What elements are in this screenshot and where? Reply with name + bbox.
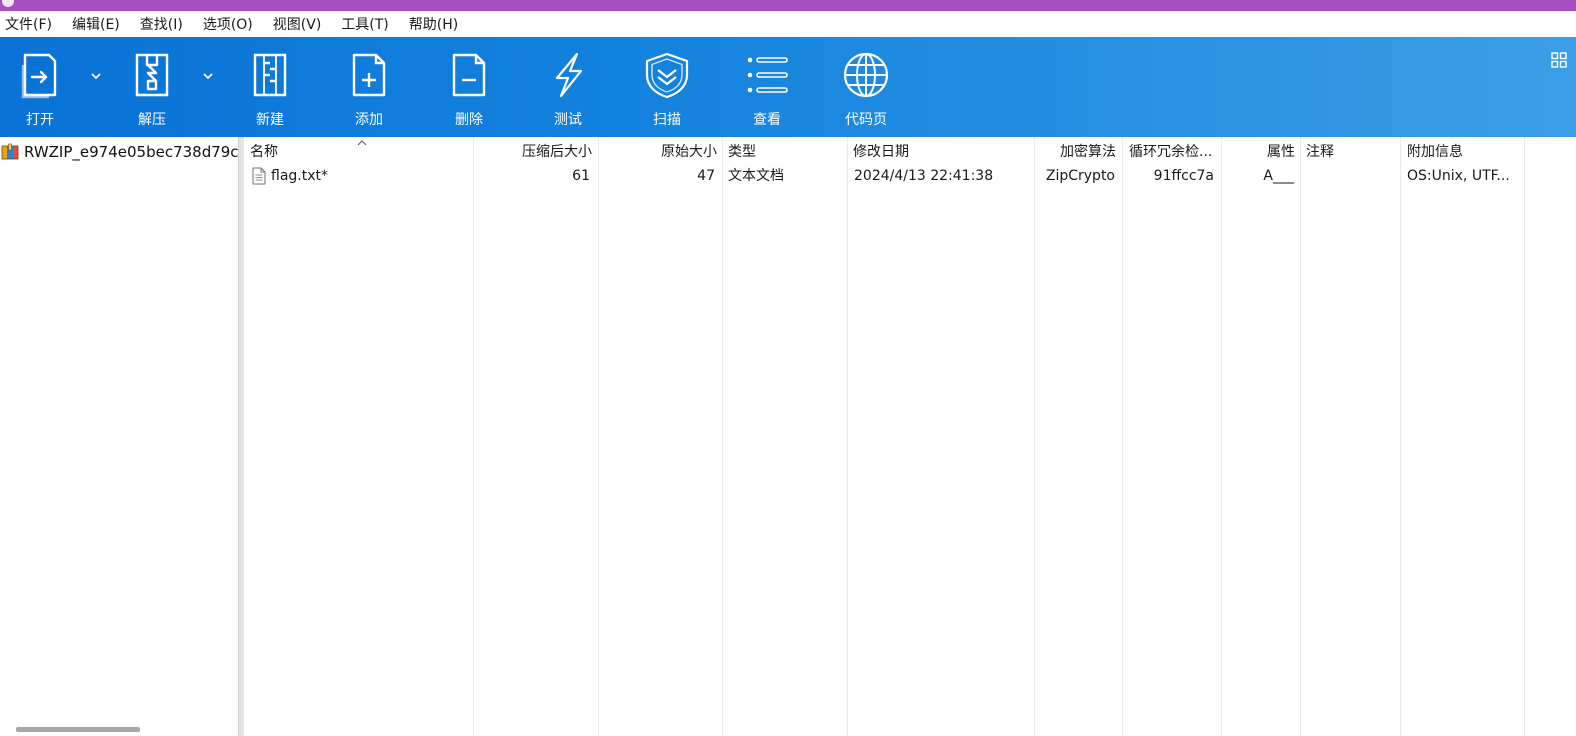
- tree-horizontal-scrollbar[interactable]: [16, 727, 140, 732]
- delete-file-icon: [452, 53, 486, 97]
- open-button[interactable]: 打开: [0, 37, 80, 137]
- column-header-comment[interactable]: 注释: [1306, 141, 1398, 163]
- original-size-cell: 47: [697, 168, 715, 184]
- attributes-cell: A___: [1263, 168, 1294, 184]
- extra-info-cell: OS:Unix, UTF...: [1407, 168, 1510, 184]
- open-icon: [21, 53, 57, 99]
- extract-zipper-icon: [135, 53, 169, 97]
- file-list-pane: 名称 压缩后大小 原始大小 类型 修改日期 加密算法 循环冗余检... 属性 注…: [244, 137, 1576, 736]
- file-type-cell: 文本文档: [728, 168, 784, 184]
- menu-file[interactable]: 文件(F): [5, 14, 52, 34]
- new-label: 新建: [256, 112, 284, 128]
- add-label: 添加: [355, 112, 383, 128]
- app-icon: [2, 0, 14, 7]
- window-titlebar: [0, 0, 1576, 11]
- file-name-cell[interactable]: flag.txt*: [271, 165, 471, 187]
- column-divider[interactable]: [1524, 137, 1525, 736]
- crc-cell: 91ffcc7a: [1153, 168, 1214, 184]
- toolbar: 打开 解压 新建 添加 删除 测试 扫描 查看 代码页: [0, 37, 1576, 137]
- list-view-icon: [747, 57, 788, 93]
- column-divider[interactable]: [1122, 137, 1123, 736]
- column-header-extra-info[interactable]: 附加信息: [1407, 141, 1522, 163]
- column-header-modified[interactable]: 修改日期: [853, 141, 1031, 163]
- column-header-name-label: 名称: [250, 144, 278, 160]
- zip-archive-icon: [1, 143, 19, 160]
- column-divider[interactable]: [1221, 137, 1222, 736]
- scan-button[interactable]: 扫描: [627, 37, 707, 137]
- layout-grid-icon[interactable]: [1550, 51, 1568, 69]
- encryption-cell: ZipCrypto: [1045, 168, 1115, 184]
- menu-options[interactable]: 选项(O): [203, 14, 253, 34]
- column-header-size[interactable]: 原始大小: [601, 141, 717, 163]
- add-file-icon: [352, 53, 386, 97]
- column-divider[interactable]: [1400, 137, 1401, 736]
- comment-cell: [1306, 165, 1398, 187]
- view-label: 查看: [753, 112, 781, 128]
- column-divider[interactable]: [1034, 137, 1035, 736]
- menu-edit[interactable]: 编辑(E): [72, 14, 120, 34]
- delete-button[interactable]: 删除: [429, 37, 509, 137]
- column-divider[interactable]: [722, 137, 723, 736]
- shield-scan-icon: [645, 52, 689, 99]
- column-header-encryption[interactable]: 加密算法: [1037, 141, 1116, 163]
- extract-button[interactable]: 解压: [112, 37, 192, 137]
- column-divider[interactable]: [847, 137, 848, 736]
- add-button[interactable]: 添加: [329, 37, 409, 137]
- codepage-button[interactable]: 代码页: [826, 37, 906, 137]
- menu-view[interactable]: 视图(V): [273, 14, 322, 34]
- column-divider[interactable]: [598, 137, 599, 736]
- column-header-name[interactable]: 名称: [250, 140, 470, 163]
- folder-tree-pane: RWZIP_e974e05bec738d79ca: [0, 137, 238, 736]
- column-header-attributes[interactable]: 属性: [1224, 141, 1295, 163]
- view-button[interactable]: 查看: [727, 37, 807, 137]
- menu-find[interactable]: 查找(I): [140, 14, 183, 34]
- modified-date-cell: 2024/4/13 22:41:38: [854, 168, 994, 184]
- test-label: 测试: [554, 112, 582, 128]
- extract-dropdown-chevron-icon[interactable]: [201, 71, 215, 81]
- column-divider[interactable]: [1300, 137, 1301, 736]
- open-label: 打开: [26, 112, 54, 128]
- menu-tools[interactable]: 工具(T): [341, 14, 388, 34]
- delete-label: 删除: [455, 112, 483, 128]
- scan-label: 扫描: [653, 112, 681, 128]
- open-dropdown-chevron-icon[interactable]: [89, 71, 103, 81]
- test-button[interactable]: 测试: [528, 37, 608, 137]
- extract-label: 解压: [138, 112, 166, 128]
- menubar: 文件(F) 编辑(E) 查找(I) 选项(O) 视图(V) 工具(T) 帮助(H…: [0, 11, 1576, 37]
- packed-size-cell: 61: [572, 168, 590, 184]
- new-button[interactable]: 新建: [230, 37, 310, 137]
- menu-help[interactable]: 帮助(H): [409, 14, 458, 34]
- tree-item-archive[interactable]: RWZIP_e974e05bec738d79ca: [0, 141, 238, 163]
- codepage-label: 代码页: [845, 112, 887, 128]
- column-header-packed[interactable]: 压缩后大小: [476, 141, 592, 163]
- column-divider[interactable]: [473, 137, 474, 736]
- globe-icon: [843, 52, 889, 98]
- new-archive-icon: [253, 53, 287, 97]
- column-header-crc[interactable]: 循环冗余检...: [1129, 141, 1219, 163]
- sort-ascending-icon: [357, 140, 367, 146]
- text-file-icon: [252, 167, 266, 185]
- archive-name: RWZIP_e974e05bec738d79ca: [24, 143, 238, 161]
- column-header-type[interactable]: 类型: [728, 141, 844, 163]
- lightning-icon: [555, 52, 583, 98]
